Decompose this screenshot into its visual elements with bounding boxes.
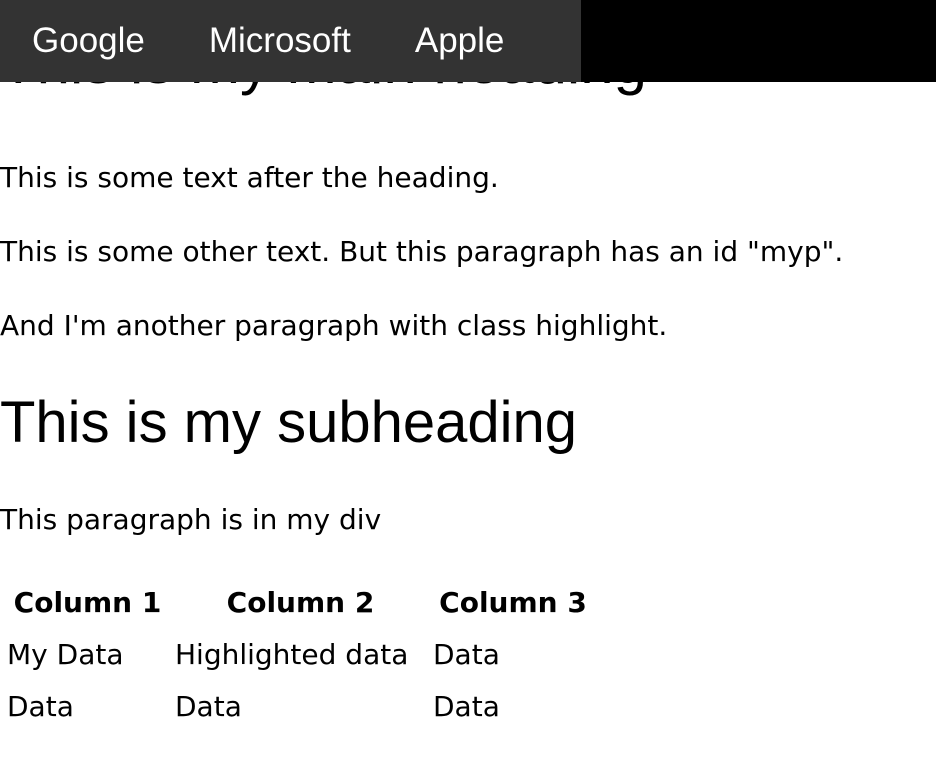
table-header-cell: Column 3 xyxy=(439,585,587,619)
table-header-cell: Column 2 xyxy=(226,585,375,619)
table-row: My Data Highlighted data Data xyxy=(0,628,593,680)
table-header-row: Column 1 Column 2 Column 3 xyxy=(0,576,593,628)
page: This is my main heading This is some tex… xyxy=(0,0,936,779)
table-cell: My Data xyxy=(7,637,124,671)
div-paragraph: This paragraph is in my div xyxy=(0,503,382,536)
top-navigation-bar: Google Microsoft Apple xyxy=(0,0,936,82)
table-cell: Highlighted data xyxy=(175,637,409,671)
nav-link-microsoft[interactable]: Microsoft xyxy=(177,0,383,82)
nav-link-apple[interactable]: Apple xyxy=(383,0,537,82)
nav-link-list: Google Microsoft Apple xyxy=(0,0,581,82)
table-cell: Data xyxy=(433,637,500,671)
highlight-paragraph: And I'm another paragraph with class hig… xyxy=(0,309,668,342)
table-header-cell: Column 1 xyxy=(13,585,162,619)
nav-link-google[interactable]: Google xyxy=(0,0,177,82)
table-row: Data Data Data xyxy=(0,680,593,732)
table-cell: Data xyxy=(433,689,500,723)
intro-paragraph: This is some text after the heading. xyxy=(0,161,499,194)
myp-paragraph: This is some other text. But this paragr… xyxy=(0,235,844,268)
data-table: Column 1 Column 2 Column 3 My Data Highl… xyxy=(0,576,593,732)
table-cell: Data xyxy=(7,689,74,723)
sub-heading: This is my subheading xyxy=(0,390,578,455)
table-cell: Data xyxy=(175,689,242,723)
